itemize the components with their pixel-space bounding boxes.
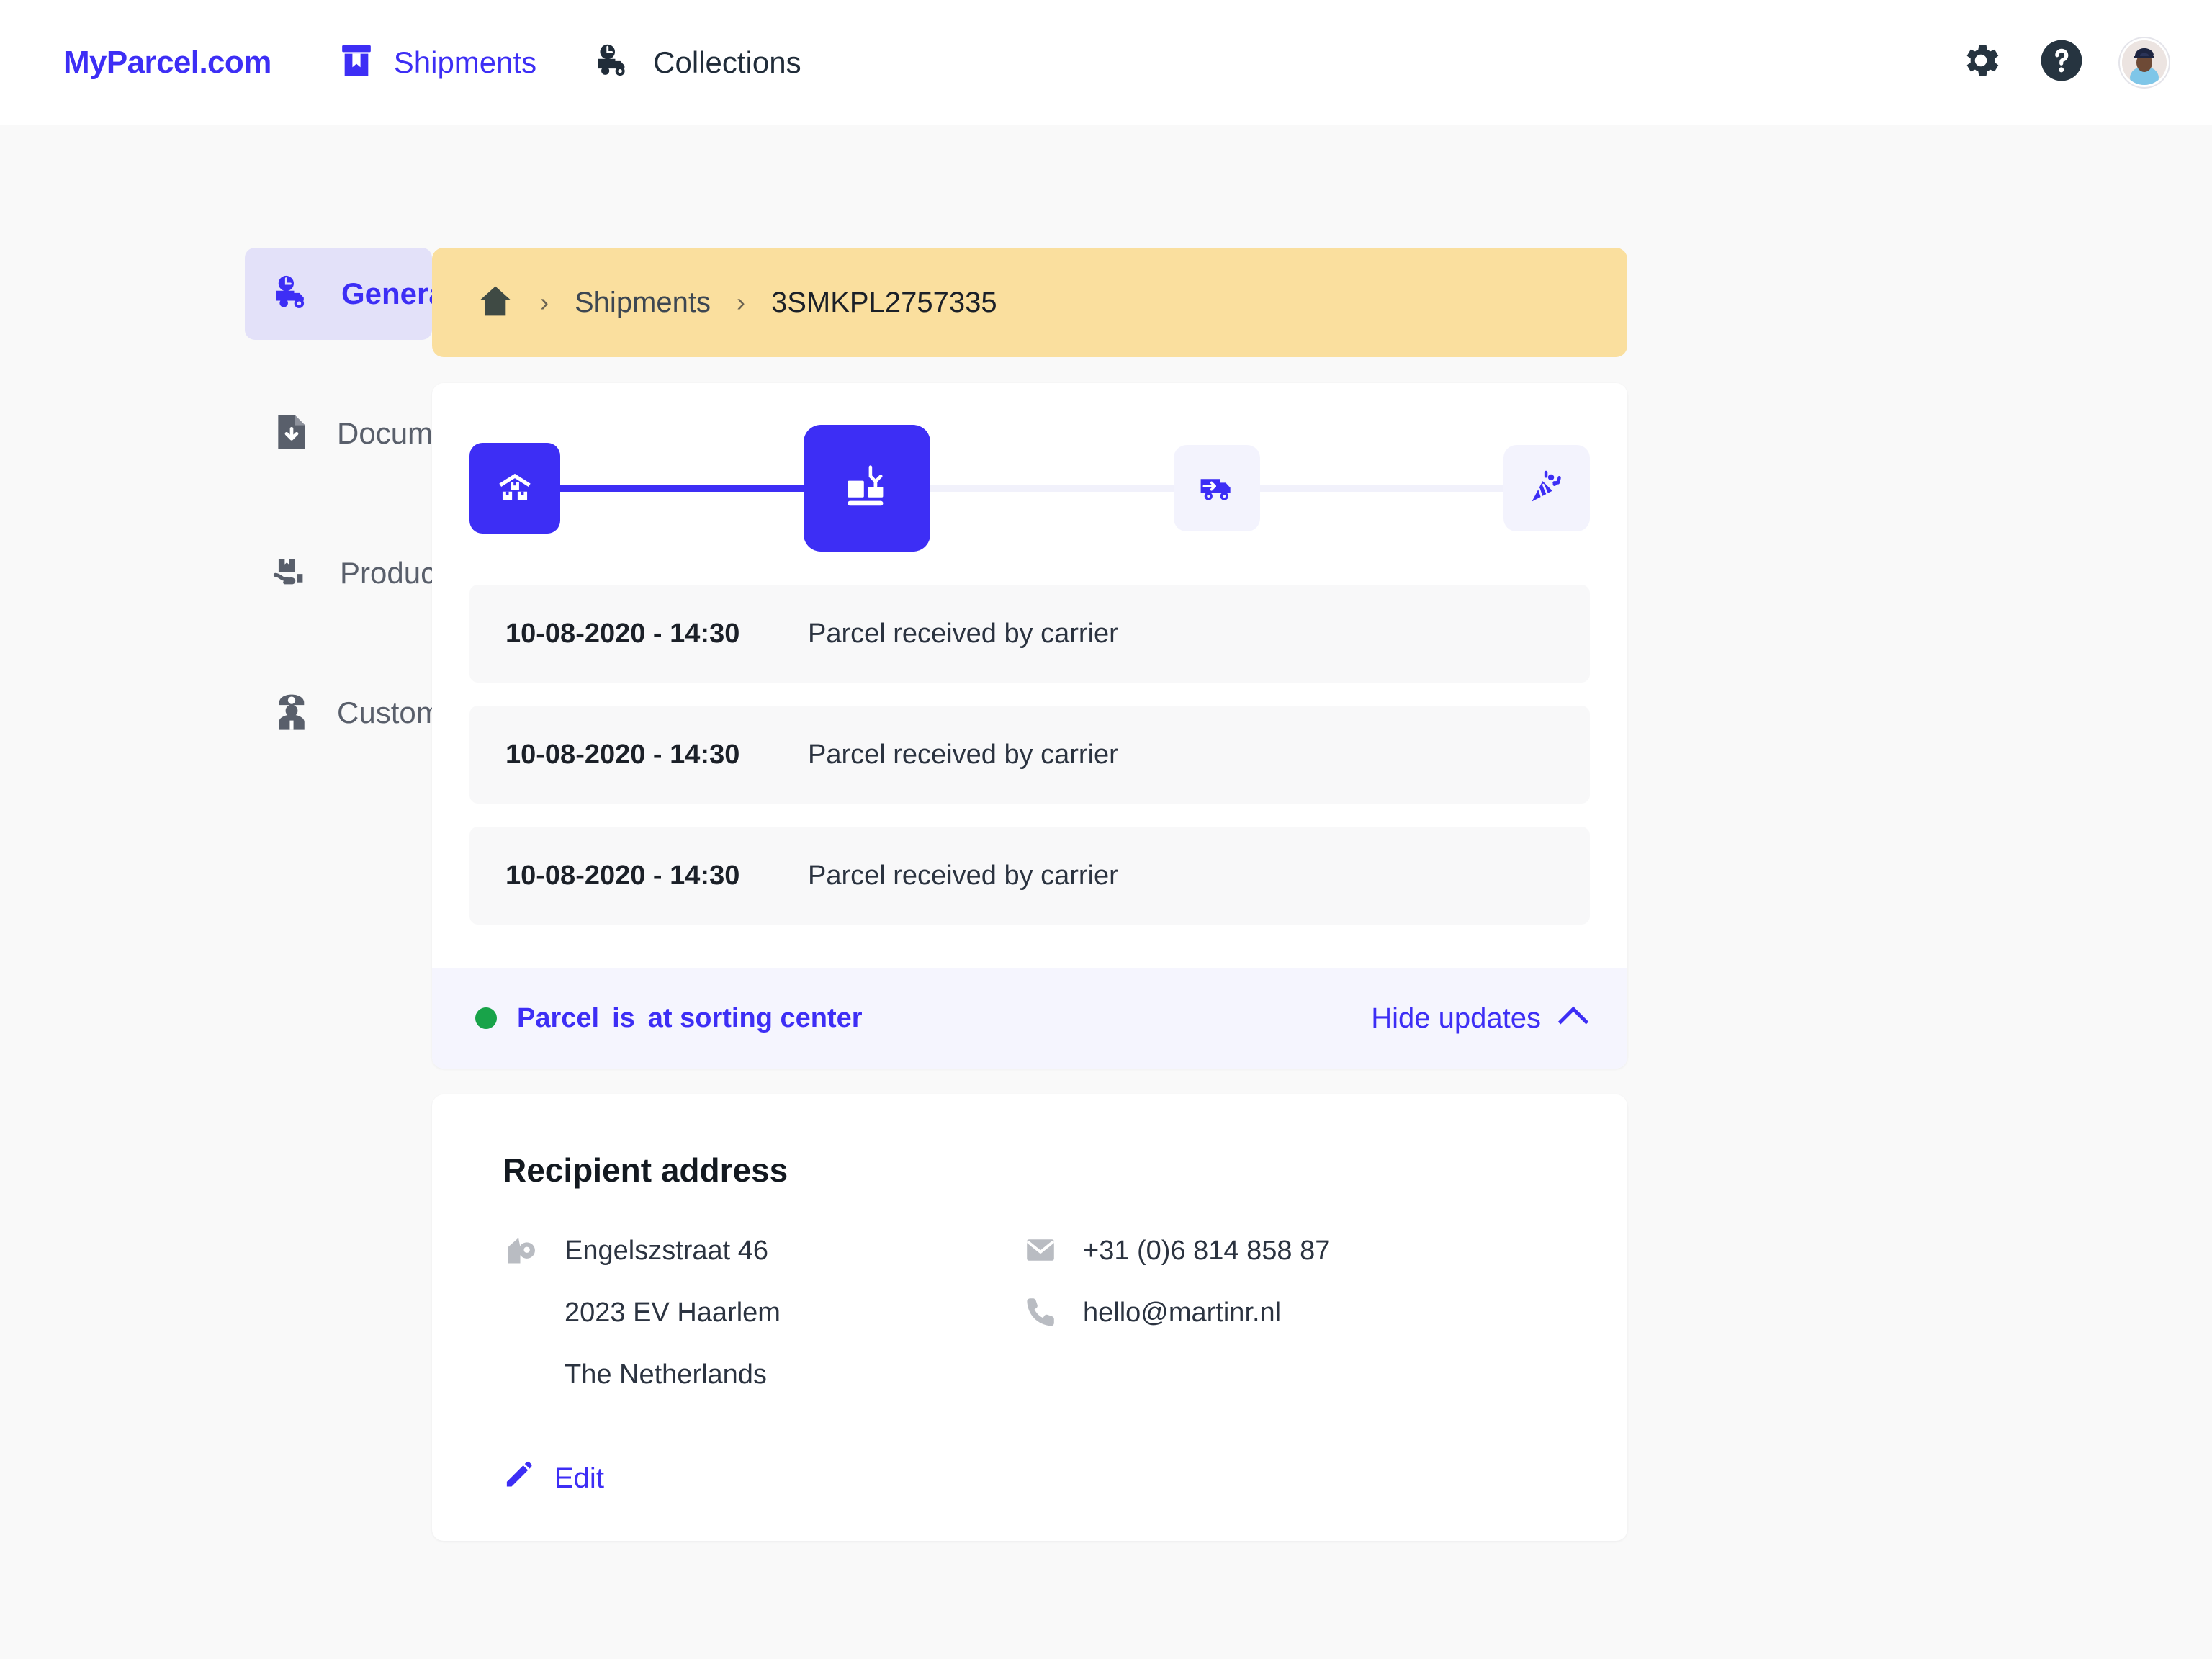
address-country: The Netherlands [565, 1359, 767, 1390]
address-street: Engelszstraat 46 [565, 1236, 769, 1266]
sorting-center-icon [837, 457, 897, 521]
brand-name: MyParcel [63, 44, 199, 80]
recipient-address-section: Recipient address Engelszstraat 46 2023 … [432, 1094, 1627, 1541]
breadcrumb-item-current: 3SMKPL2757335 [770, 286, 997, 318]
party-popper-icon [1527, 467, 1567, 511]
tracking-stepper [432, 383, 1627, 552]
contact-email-line: hello@martinr.nl [1021, 1295, 1539, 1338]
breadcrumb: › Shipments › 3SMKPL2757335 [432, 248, 1627, 357]
step-delivered[interactable] [1503, 445, 1590, 531]
status-bar: Parcel is at sorting center Hide updates [432, 968, 1627, 1069]
hide-updates-label: Hide updates [1371, 1002, 1541, 1034]
hide-updates-button[interactable]: Hide updates [1371, 1002, 1589, 1038]
edit-button[interactable]: Edit [503, 1459, 1557, 1498]
address-pin-icon [503, 1233, 541, 1269]
event-time: 10-08-2020 - 14:30 [505, 860, 740, 891]
truck-clock-icon [272, 272, 315, 316]
tracking-card: 10-08-2020 - 14:30 Parcel received by ca… [432, 383, 1627, 1069]
recipient-address-column: Engelszstraat 46 2023 EV Haarlem The Net… [503, 1233, 1021, 1419]
event-description: Parcel received by carrier [808, 860, 1118, 891]
mail-icon [1021, 1233, 1060, 1267]
page-body: General info Documents Products Customs … [0, 125, 2212, 1541]
nav-item-shipments-label: Shipments [393, 45, 537, 79]
brand-suffix: .com [199, 44, 271, 80]
customs-officer-icon [272, 691, 311, 735]
contact-phone-line: +31 (0)6 814 858 87 [1021, 1233, 1539, 1276]
connector-3 [1260, 485, 1503, 492]
sidebar-item-products[interactable]: Products [245, 527, 459, 619]
address-postal-city-line: 2023 EV Haarlem [503, 1295, 1021, 1338]
topbar-actions [1959, 37, 2169, 87]
pencil-icon [503, 1459, 534, 1498]
address-street-line: Engelszstraat 46 [503, 1233, 1021, 1276]
gear-icon[interactable] [1959, 38, 2003, 86]
step-registered[interactable] [469, 443, 560, 534]
question-mark-circle-icon[interactable] [2039, 38, 2084, 86]
edit-label: Edit [554, 1462, 604, 1494]
home-icon[interactable] [477, 282, 514, 323]
table-row: 10-08-2020 - 14:30 Parcel received by ca… [469, 585, 1590, 683]
status-verb: is [612, 1002, 635, 1033]
recipient-card: Recipient address Engelszstraat 46 2023 … [432, 1094, 1627, 1541]
nav-item-collections[interactable]: Collections [594, 40, 801, 84]
hand-box-icon [272, 552, 314, 595]
contact-email-value: hello@martinr.nl [1083, 1298, 1282, 1328]
avatar[interactable] [2120, 37, 2169, 87]
sidebar-item-customs[interactable]: Customs [245, 667, 457, 759]
status-badge: Parcel is at sorting center [517, 1003, 863, 1034]
top-navigation-bar: MyParcel.com Shipments Collections [0, 0, 2212, 125]
address-postal-city: 2023 EV Haarlem [565, 1298, 781, 1328]
nav-item-collections-label: Collections [653, 45, 801, 79]
document-download-icon [272, 412, 311, 456]
breadcrumb-separator: › [540, 287, 549, 317]
table-row: 10-08-2020 - 14:30 Parcel received by ca… [469, 827, 1590, 925]
chevron-up-icon [1557, 1006, 1589, 1038]
sidebar: General info Documents Products Customs [0, 248, 518, 1541]
main-nav: Shipments Collections [336, 40, 801, 84]
event-description: Parcel received by carrier [808, 618, 1118, 649]
main-content: › Shipments › 3SMKPL2757335 10-08-2020 -… [432, 248, 1627, 1541]
status-dot-icon [475, 1007, 497, 1029]
event-time: 10-08-2020 - 14:30 [505, 618, 740, 649]
event-time: 10-08-2020 - 14:30 [505, 739, 740, 770]
sidebar-item-general-info[interactable]: General info [245, 248, 518, 340]
collections-truck-clock-icon [594, 40, 636, 84]
event-description: Parcel received by carrier [808, 739, 1118, 770]
warehouse-parcels-icon [493, 464, 537, 513]
step-sorting-center[interactable] [804, 425, 930, 552]
sidebar-item-documents[interactable]: Documents [245, 387, 490, 480]
address-country-line: The Netherlands [503, 1357, 1021, 1400]
table-row: 10-08-2020 - 14:30 Parcel received by ca… [469, 706, 1590, 804]
page-title: Recipient address [503, 1151, 788, 1189]
delivery-truck-icon [1197, 467, 1237, 511]
connector-1 [560, 485, 804, 492]
nav-item-shipments[interactable]: Shipments [336, 40, 536, 84]
step-out-for-delivery[interactable] [1174, 445, 1260, 531]
recipient-contact-column: +31 (0)6 814 858 87 hello@martinr.nl [1021, 1233, 1539, 1419]
tracking-timeline: 10-08-2020 - 14:30 Parcel received by ca… [432, 549, 1627, 968]
contact-phone-value: +31 (0)6 814 858 87 [1083, 1236, 1331, 1266]
status-prefix: Parcel [517, 1002, 600, 1033]
breadcrumb-item-shipments[interactable]: Shipments [575, 287, 711, 319]
status-state: at sorting center [647, 1002, 863, 1033]
phone-icon [1021, 1295, 1060, 1329]
connector-2 [930, 485, 1174, 492]
shipments-box-icon [336, 40, 377, 84]
recipient-grid: Engelszstraat 46 2023 EV Haarlem The Net… [503, 1233, 1557, 1419]
brand-logo[interactable]: MyParcel.com [63, 45, 271, 81]
breadcrumb-separator: › [736, 287, 745, 317]
